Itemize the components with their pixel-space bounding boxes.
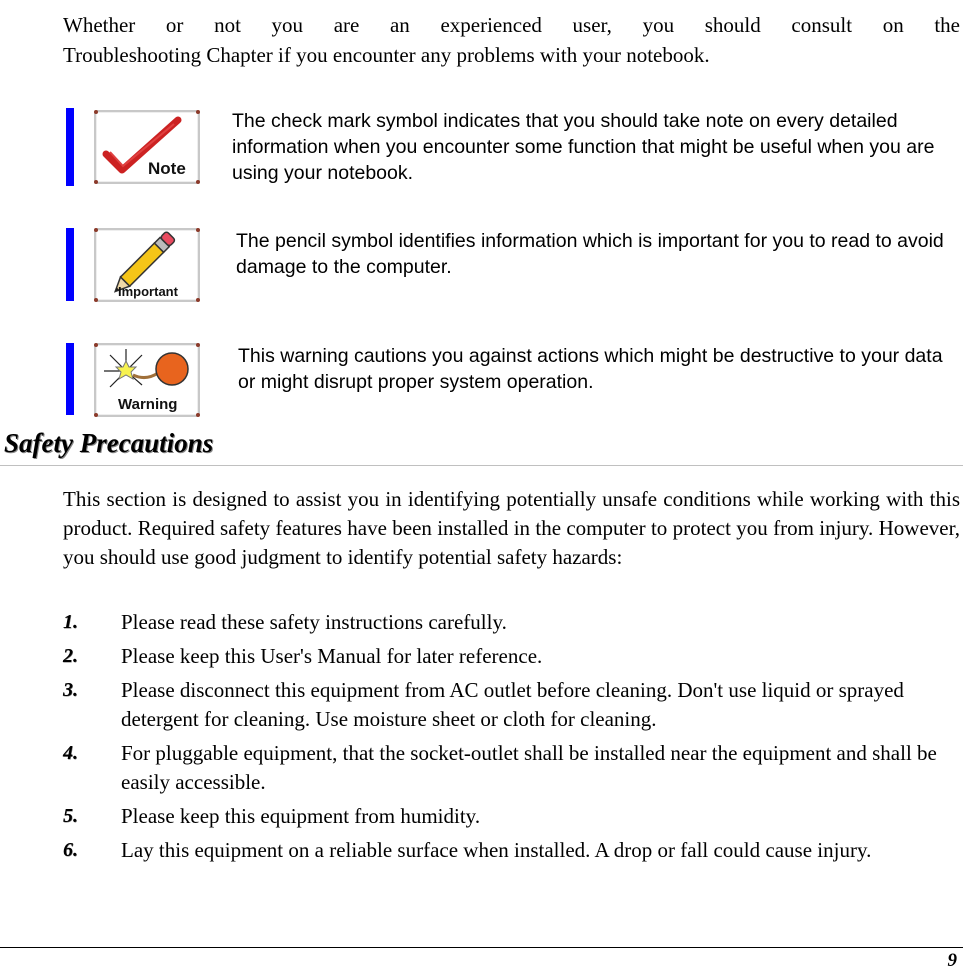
section-divider (0, 465, 963, 466)
list-item-text: For pluggable equipment, that the socket… (121, 741, 937, 794)
list-item-number: 4. (63, 742, 78, 764)
notice-accent-bar (66, 343, 74, 415)
list-item: 4. For pluggable equipment, that the sock… (63, 739, 943, 797)
list-item-number: 2. (63, 645, 78, 667)
notice-accent-bar (66, 108, 74, 186)
list-item: 5. Please keep this equipment from humidi… (63, 802, 943, 831)
footer-divider (0, 947, 963, 948)
warning-icon-label: Warning (118, 396, 177, 413)
check-mark-note-icon: Note (94, 110, 200, 184)
list-item-text: Please keep this equipment from humidity… (121, 804, 481, 828)
list-item: 6. Lay this equipment on a reliable surfa… (63, 836, 943, 865)
notice-accent-bar (66, 228, 74, 301)
note-icon-label: Note (148, 159, 186, 178)
important-icon-label: Important (118, 284, 179, 299)
list-item: 3. Please disconnect this equipment from … (63, 676, 943, 734)
section-title: Safety Precautions (4, 428, 214, 458)
list-item-number: 6. (63, 839, 78, 861)
intro-paragraph: Whether or not you are an experienced us… (63, 10, 960, 70)
list-item: 2. Please keep this User's Manual for lat… (63, 642, 943, 671)
safety-list: 1. Please read these safety instructions … (63, 608, 943, 870)
list-item-number: 1. (63, 611, 78, 633)
notice-warning-text: This warning cautions you against action… (238, 345, 943, 393)
pencil-important-icon: Important (94, 228, 200, 302)
intro-line-2: Troubleshooting Chapter if you encounter… (63, 43, 710, 67)
list-item-text: Lay this equipment on a reliable surface… (121, 838, 872, 862)
page-number: 9 (947, 950, 958, 971)
intro-line-1: Whether or not you are an experienced us… (63, 13, 960, 37)
notice-important-text: The pencil symbol identifies information… (236, 230, 944, 278)
section-paragraph: This section is designed to assist you i… (63, 487, 960, 569)
notice-note-text: The check mark symbol indicates that you… (232, 110, 935, 184)
list-item-text: Please read these safety instructions ca… (121, 610, 507, 634)
list-item-text: Please disconnect this equipment from AC… (121, 678, 904, 731)
list-item: 1. Please read these safety instructions … (63, 608, 943, 637)
list-item-number: 3. (63, 679, 78, 701)
bomb-warning-icon: Warning (94, 343, 200, 417)
list-item-number: 5. (63, 805, 78, 827)
list-item-text: Please keep this User's Manual for later… (121, 644, 543, 668)
